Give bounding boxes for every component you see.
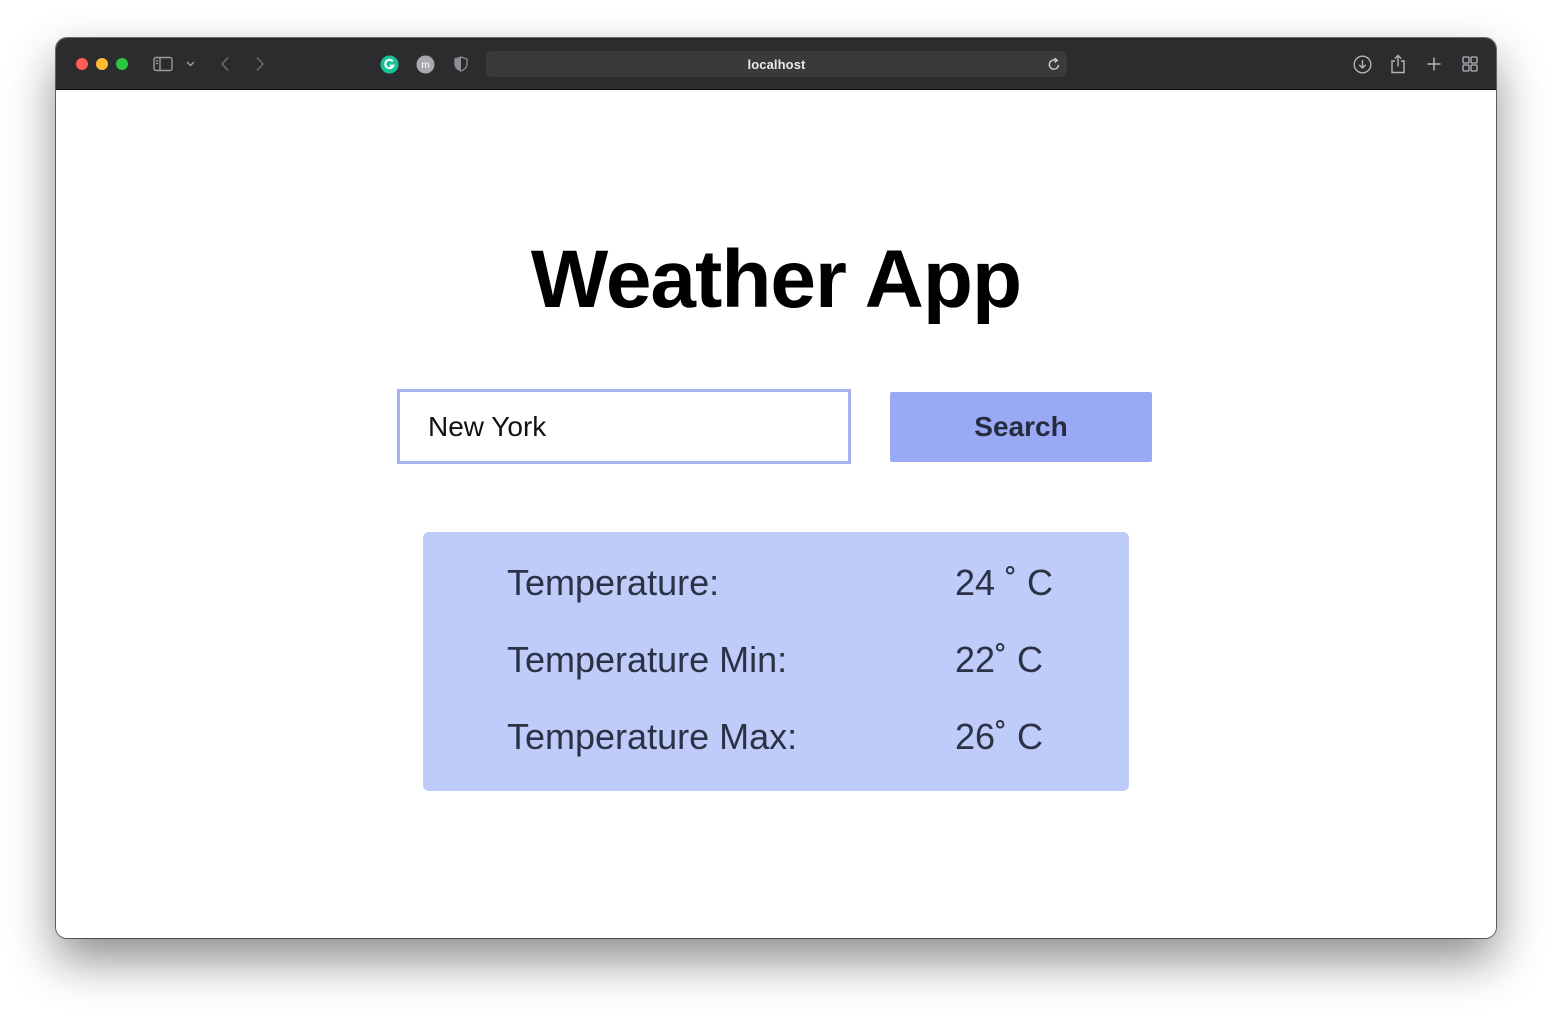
minimize-window-button[interactable] — [96, 58, 108, 70]
page-title: Weather App — [530, 234, 1022, 325]
svg-text:m: m — [421, 60, 429, 71]
grammarly-icon[interactable] — [379, 52, 399, 76]
temperature-min-row: Temperature Min: 22˚ C — [507, 639, 1067, 683]
browser-window: m localhost Weather App Search — [56, 38, 1496, 938]
temperature-row: Temperature: 24 ˚ C — [507, 562, 1067, 606]
forward-icon[interactable] — [253, 52, 267, 76]
temperature-value: 24 ˚ C — [955, 562, 1054, 603]
reload-icon[interactable] — [1047, 56, 1061, 77]
page-content: Weather App Search Temperature: 24 ˚ C T… — [56, 91, 1496, 938]
temperature-label: Temperature: — [507, 562, 720, 603]
temperature-min-label: Temperature Min: — [507, 639, 788, 680]
chevron-down-icon[interactable] — [185, 52, 195, 76]
tab-overview-icon[interactable] — [1461, 52, 1479, 76]
city-search-input[interactable] — [397, 389, 851, 464]
weather-results-panel: Temperature: 24 ˚ C Temperature Min: 22˚… — [423, 532, 1129, 791]
share-icon[interactable] — [1389, 52, 1407, 76]
temperature-max-label: Temperature Max: — [507, 716, 798, 757]
close-window-button[interactable] — [76, 58, 88, 70]
new-tab-icon[interactable] — [1426, 52, 1442, 76]
sidebar-icon[interactable] — [152, 52, 174, 76]
temperature-max-value: 26˚ C — [955, 716, 1044, 757]
back-icon[interactable] — [218, 52, 232, 76]
shield-icon[interactable] — [453, 52, 469, 76]
temperature-min-value: 22˚ C — [955, 639, 1044, 680]
address-bar[interactable]: localhost — [486, 51, 1067, 77]
browser-toolbar: m localhost — [56, 38, 1496, 90]
extension-m-icon[interactable]: m — [415, 52, 435, 76]
temperature-max-row: Temperature Max: 26˚ C — [507, 716, 1067, 760]
zoom-window-button[interactable] — [116, 58, 128, 70]
search-button[interactable]: Search — [890, 392, 1152, 462]
url-text: localhost — [747, 56, 806, 72]
download-icon[interactable] — [1352, 52, 1372, 76]
